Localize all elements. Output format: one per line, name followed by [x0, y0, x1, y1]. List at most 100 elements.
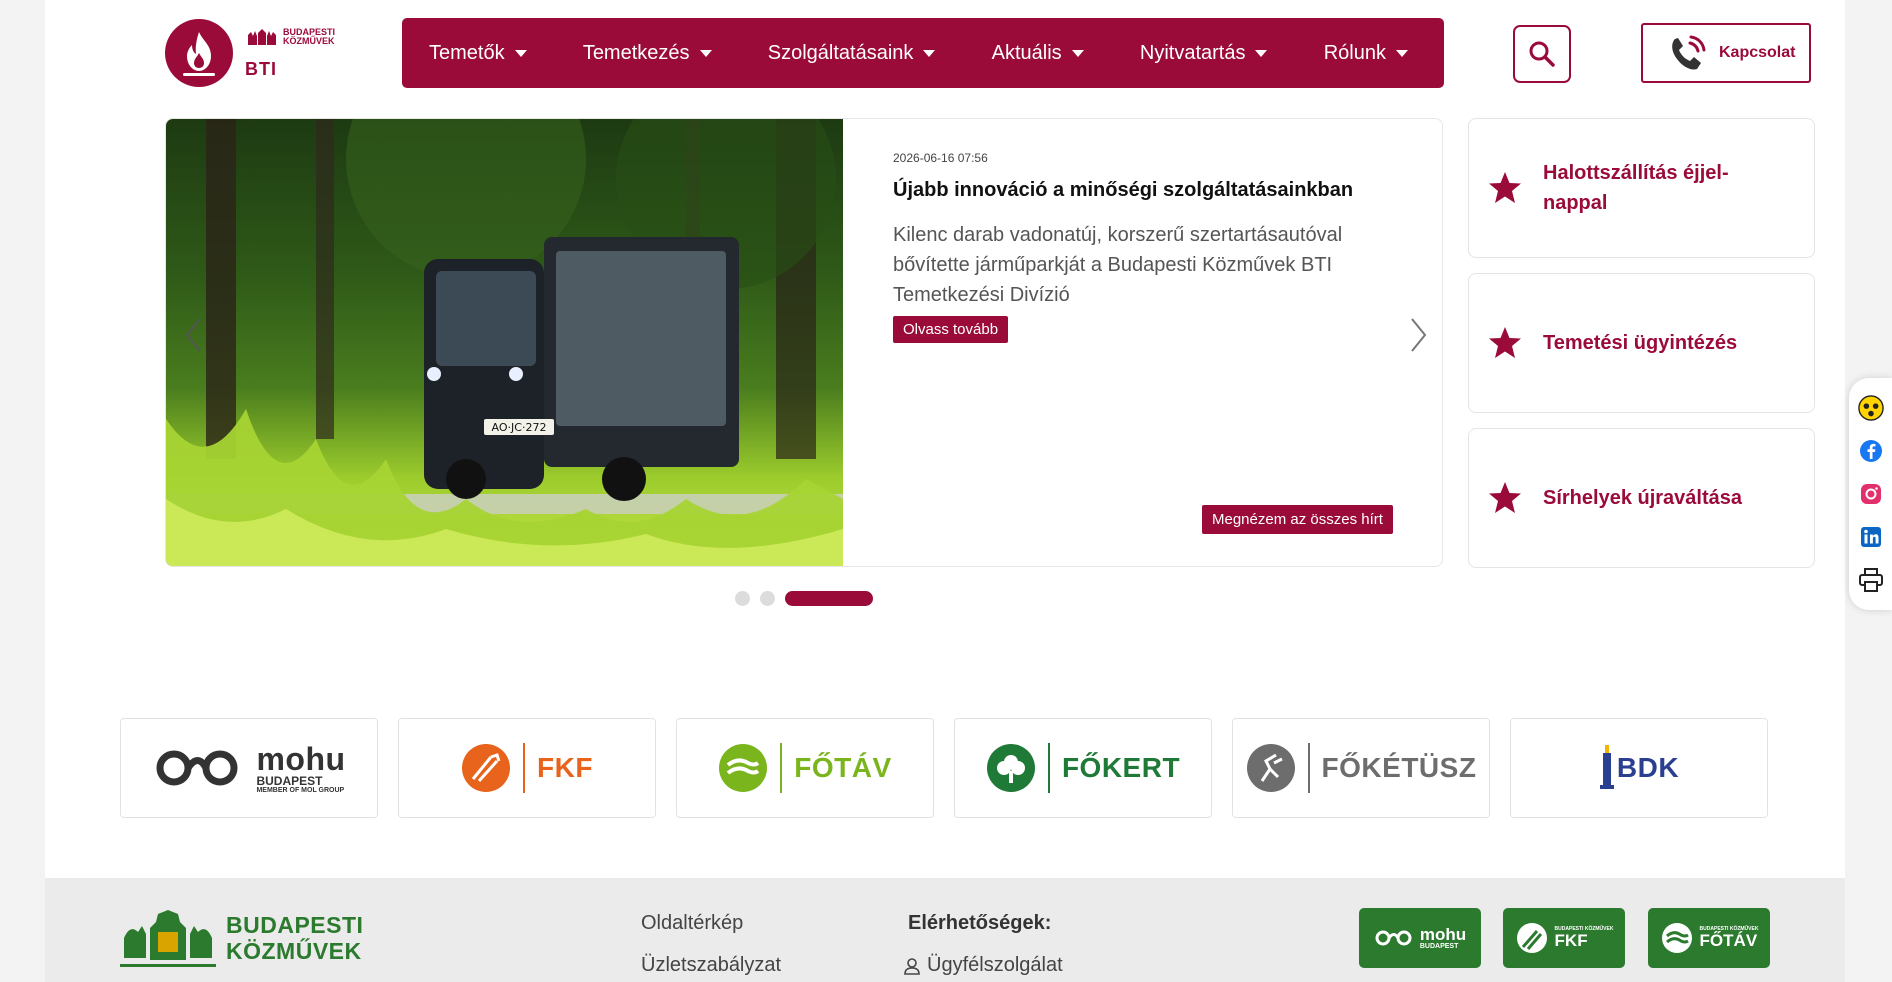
nav-label: Temetkezés	[582, 41, 690, 64]
customer-service-label: Ügyfélszolgálat	[927, 954, 1063, 976]
news-slider: AO·JC·272 2026-06-16 07:56 Újabb innovác…	[165, 118, 1443, 567]
footer-badge-mohu[interactable]: mohu BUDAPEST	[1359, 908, 1481, 968]
slider-dot-active[interactable]	[785, 591, 873, 606]
partner-divider	[1047, 743, 1050, 793]
footer: BUDAPESTI KÖZMŰVEK Oldaltérkép Üzletszab…	[45, 878, 1845, 982]
fkf-logo-icon	[1516, 923, 1547, 953]
quick-link-label: Halottszállítás éjjel-nappal	[1543, 162, 1729, 214]
facebook-icon[interactable]	[1858, 438, 1884, 464]
read-more-button[interactable]: Olvass tovább	[893, 316, 1009, 343]
footer-badge-fkf[interactable]: BUDAPESTI KÖZMŰVEK FKF	[1503, 908, 1625, 968]
fkf-logo-icon	[462, 744, 511, 792]
quick-link-label: Sírhelyek újraváltása	[1543, 487, 1743, 509]
chevron-down-icon	[514, 49, 527, 57]
partner-foketusz[interactable]: FŐKÉTÜSZ	[1232, 718, 1490, 818]
nav-item-aktualis[interactable]: Aktuális	[992, 42, 1084, 65]
partner-name: BDK	[1616, 752, 1680, 783]
footer-logo[interactable]: BUDAPESTI KÖZMŰVEK	[120, 908, 363, 968]
contact-button[interactable]: Kapcsolat	[1641, 23, 1811, 83]
quick-link-label: Temetési ügyintézés	[1543, 332, 1738, 354]
budapest-crest: BUDAPESTI KÖZMŰVEK	[245, 27, 335, 47]
badge-name: FŐTÁV	[1699, 931, 1758, 950]
slide-content: 2026-06-16 07:56 Újabb innováció a minős…	[893, 149, 1373, 343]
partner-divider	[523, 743, 526, 793]
main-nav: Temetők Temetkezés Szolgáltatásaink Aktu…	[402, 18, 1444, 88]
badge-name: FKF	[1554, 931, 1588, 950]
linkedin-icon[interactable]	[1858, 524, 1884, 550]
nav-label: Szolgáltatásaink	[767, 41, 914, 64]
nav-label: Temetők	[429, 41, 505, 64]
chevron-down-icon	[1071, 49, 1084, 57]
footer-logo-line-1: BUDAPESTI	[226, 912, 364, 938]
quick-link-halottszallitas[interactable]: Halottszállítás éjjel-nappal	[1468, 118, 1815, 258]
slider-dots	[735, 591, 873, 606]
fotav-logo-icon	[719, 744, 768, 792]
page: BUDAPESTI KÖZMŰVEK BTI Temetők Temetkezé…	[45, 0, 1845, 982]
chevron-down-icon	[1255, 49, 1268, 57]
chevron-down-icon	[923, 49, 936, 57]
social-sidebar	[1849, 378, 1892, 610]
footer-logo-line-2: KÖZMŰVEK	[226, 938, 362, 964]
partner-name: FŐKERT	[1061, 752, 1181, 783]
nav-item-temetkezes[interactable]: Temetkezés	[583, 42, 712, 65]
partner-sub: BUDAPEST	[256, 773, 323, 788]
contact-label: Kapcsolat	[1719, 44, 1796, 61]
chevron-down-icon	[1395, 49, 1408, 57]
slide-image: AO·JC·272	[166, 119, 843, 566]
nav-item-szolgaltatasaink[interactable]: Szolgáltatásaink	[768, 42, 936, 65]
star-icon	[1489, 327, 1521, 358]
flame-icon	[165, 19, 233, 87]
badge-name: mohu	[1419, 925, 1467, 944]
partner-divider	[1307, 743, 1310, 793]
partner-fokert[interactable]: FŐKERT	[954, 718, 1212, 818]
star-icon	[1489, 482, 1521, 513]
slide-text: Kilenc darab vadonatúj, korszerű szertar…	[893, 224, 1343, 306]
partner-name: mohu	[256, 740, 346, 777]
accessibility-icon[interactable]	[1857, 394, 1884, 421]
foketusz-logo-icon	[1246, 744, 1295, 792]
mohu-logo-icon	[1375, 930, 1412, 946]
slider-next-arrow-icon[interactable]	[1408, 317, 1428, 353]
slider-dot[interactable]	[735, 591, 750, 606]
badge-sub: BUDAPEST	[1419, 943, 1459, 950]
slide-title[interactable]: Újabb innováció a minőségi szolgáltatása…	[893, 179, 1373, 202]
star-icon	[1489, 172, 1521, 203]
brand-name: BTI	[244, 58, 277, 79]
nav-item-temetok[interactable]: Temetők	[429, 42, 527, 65]
footer-contact-heading: Elérhetőségek:	[908, 912, 1052, 934]
fokert-logo-icon	[986, 744, 1035, 792]
chevron-down-icon	[699, 49, 712, 57]
budapest-crest-icon	[120, 910, 216, 967]
footer-link-customer-service[interactable]: Ügyfélszolgálat	[903, 954, 1063, 977]
quick-link-sirhelyek[interactable]: Sírhelyek újraváltása	[1468, 428, 1815, 568]
partner-divider	[780, 743, 783, 793]
footer-link-terms[interactable]: Üzletszabályzat	[641, 954, 781, 977]
partner-fkf[interactable]: FKF	[398, 718, 656, 818]
nav-label: Aktuális	[991, 41, 1062, 64]
print-icon[interactable]	[1858, 567, 1884, 593]
bti-logo[interactable]: BUDAPESTI KÖZMŰVEK BTI	[165, 18, 335, 88]
nav-item-nyitvatartas[interactable]: Nyitvatartás	[1140, 42, 1268, 65]
slider-prev-arrow-icon[interactable]	[184, 317, 204, 353]
bdk-logo-icon	[1599, 745, 1614, 789]
footer-badge-fotav[interactable]: BUDAPESTI KÖZMŰVEK FŐTÁV	[1648, 908, 1770, 968]
fotav-logo-icon	[1661, 923, 1692, 953]
phone-icon	[1672, 35, 1706, 70]
nav-label: Rólunk	[1323, 41, 1386, 64]
partner-mohu[interactable]: mohu BUDAPEST MEMBER OF MOL GROUP	[120, 718, 378, 818]
crest-line-2: KÖZMŰVEK	[282, 35, 335, 46]
partner-bdk[interactable]: BDK	[1510, 718, 1768, 818]
search-icon	[1529, 41, 1555, 67]
all-news-button[interactable]: Megnézem az összes hírt	[1202, 505, 1393, 534]
search-button[interactable]	[1513, 25, 1571, 83]
partner-name: FŐKÉTÜSZ	[1321, 752, 1477, 783]
partner-fotav[interactable]: FŐTÁV	[676, 718, 934, 818]
partner-name: FŐTÁV	[794, 752, 892, 783]
quick-link-temetesi-ugyintezes[interactable]: Temetési ügyintézés	[1468, 273, 1815, 413]
nav-item-rolunk[interactable]: Rólunk	[1324, 42, 1408, 65]
slider-dot[interactable]	[760, 591, 775, 606]
slide-date: 2026-06-16 07:56	[893, 151, 988, 165]
instagram-icon[interactable]	[1858, 481, 1884, 507]
footer-link-sitemap[interactable]: Oldaltérkép	[641, 912, 743, 935]
user-icon	[904, 957, 920, 975]
